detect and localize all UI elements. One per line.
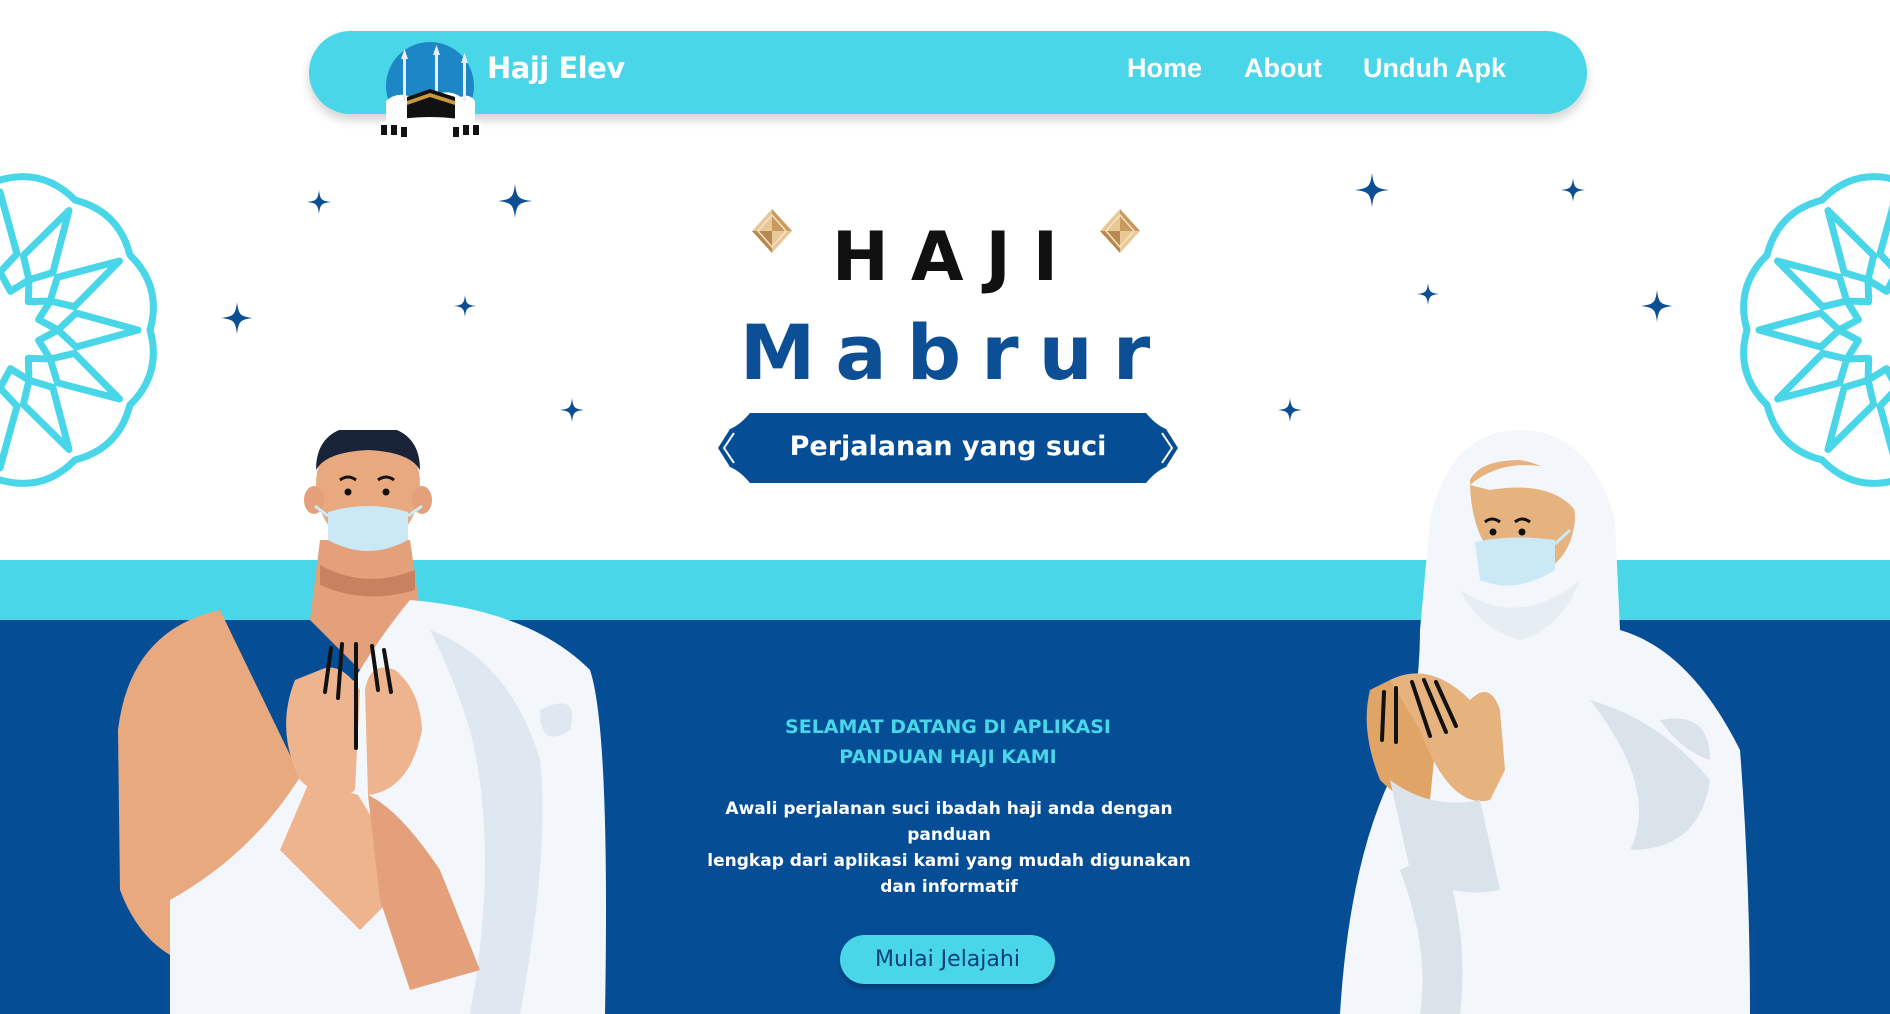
hero-tagline: Perjalanan yang suci <box>789 431 1107 462</box>
sparkle-star-icon <box>454 295 476 317</box>
sparkle-star-icon <box>1641 290 1673 322</box>
sparkle-star-icon <box>498 184 532 218</box>
landing-page: HAJI Mabrur Perjalanan yang suci SELAMAT… <box>0 0 1890 1014</box>
sparkle-star-icon <box>1278 398 1302 422</box>
sparkle-star-icon <box>1561 178 1585 202</box>
sparkle-star-icon <box>560 398 584 422</box>
man-praying-illustration <box>118 430 606 1014</box>
nav-about-link[interactable]: About <box>1244 53 1322 84</box>
hero-title-mabrur: Mabrur <box>739 308 1171 397</box>
welcome-description-line2: lengkap dari aplikasi kami yang mudah di… <box>707 851 1191 897</box>
start-explore-button[interactable]: Mulai Jelajahi <box>840 935 1055 984</box>
sparkle-star-icon <box>1417 283 1439 305</box>
sparkle-star-icon <box>307 190 331 214</box>
hero-title-haji: HAJI <box>831 218 1081 297</box>
brand-name: Hajj Elev <box>487 51 625 85</box>
sparkle-star-icon <box>221 302 253 334</box>
welcome-heading-line1: SELAMAT DATANG DI APLIKASI <box>785 716 1111 738</box>
woman-praying-illustration <box>1340 430 1750 1014</box>
welcome-heading-line2: PANDUAN HAJI KAMI <box>839 746 1057 768</box>
kaaba-icon <box>379 42 481 139</box>
navbar: Hajj Elev Home About Unduh Apk <box>309 31 1587 139</box>
nav-download-apk-link[interactable]: Unduh Apk <box>1363 53 1506 84</box>
sparkle-star-icon <box>1355 173 1389 207</box>
nav-home-link[interactable]: Home <box>1127 53 1202 84</box>
welcome-description-line1: Awali perjalanan suci ibadah haji anda d… <box>725 799 1173 845</box>
